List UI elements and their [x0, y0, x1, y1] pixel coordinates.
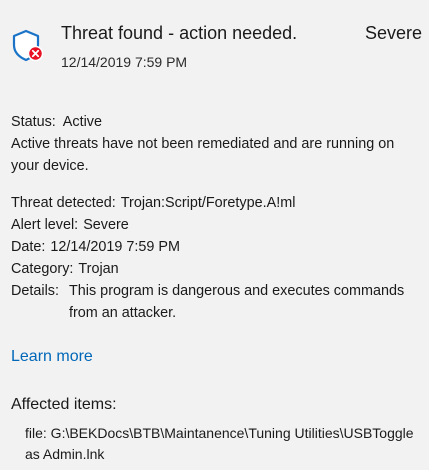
affected-items-title: Affected items:	[11, 396, 117, 413]
category-value: Trojan	[78, 261, 119, 277]
threat-title: Threat found - action needed.	[61, 23, 298, 43]
severity-badge: Severe	[365, 23, 423, 43]
alert-level-label: Alert level:	[11, 217, 79, 233]
details-label: Details:	[11, 283, 59, 299]
threat-detected-row: Threat detected: Trojan:Script/Foretype.A…	[11, 192, 295, 214]
date-row: Date: 12/14/2019 7:59 PM	[11, 236, 180, 258]
alert-level-value: Severe	[83, 217, 129, 233]
category-row: Category: Trojan	[11, 258, 119, 280]
date-value: 12/14/2019 7:59 PM	[50, 239, 181, 255]
status-label: Status:	[11, 114, 56, 130]
learn-more-link[interactable]: Learn more	[11, 345, 93, 369]
status-description: Active threats have not been remediated …	[11, 136, 395, 174]
threat-detected-label: Threat detected:	[11, 195, 116, 211]
affected-item-path: file: G:\BEKDocs\BTB\Maintanence\Tuning …	[25, 425, 414, 462]
threat-timestamp: 12/14/2019 7:59 PM	[61, 54, 188, 70]
threat-details-panel: Threat found - action needed. Severe 12/…	[0, 0, 429, 470]
status-line: Status: Active	[11, 111, 102, 133]
shield-error-icon	[10, 28, 46, 64]
threat-detected-value: Trojan:Script/Foretype.A!ml	[120, 195, 296, 211]
status-value: Active	[62, 114, 102, 130]
category-label: Category:	[11, 261, 74, 277]
details-value: This program is dangerous and executes c…	[69, 283, 405, 321]
date-label: Date:	[11, 239, 46, 255]
alert-level-row: Alert level: Severe	[11, 214, 129, 236]
